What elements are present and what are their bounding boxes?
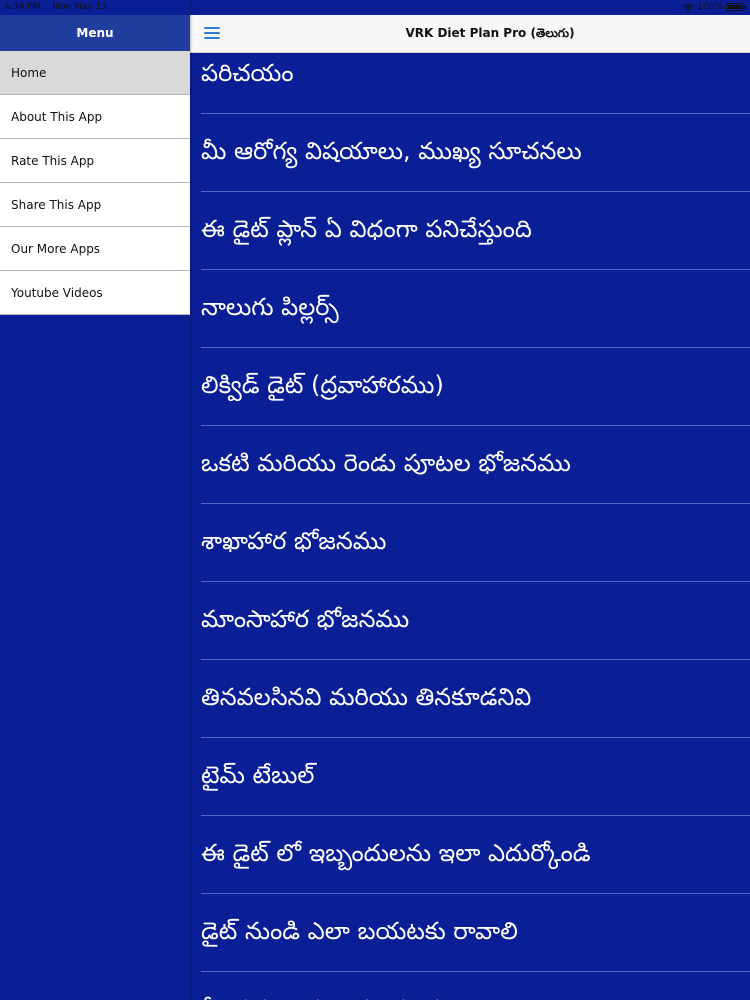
topic-row-3[interactable]: ఈ డైట్ ప్లాన్ ఏ విధంగా పనిచేస్తుంది — [201, 192, 750, 270]
topic-row-4[interactable]: నాలుగు పిల్లర్స్ — [201, 270, 750, 348]
wifi-icon — [682, 3, 694, 11]
battery-percent: 100% — [697, 2, 723, 12]
topic-row-5[interactable]: లిక్విడ్ డైట్ (ద్రవాహారము) — [201, 348, 750, 426]
status-right: 100% — [682, 2, 746, 12]
status-date: Mon May 13 — [52, 2, 107, 12]
topic-list: పరిచయం మీ ఆరోగ్య విషయాలు, ముఖ్య సూచనలు ఈ డ… — [190, 36, 750, 1000]
app-root: 4:34 PM Mon May 13 100% VRK Diet Plan Pr… — [0, 0, 750, 1000]
topic-row-7[interactable]: శాఖాహార భోజనము — [201, 504, 750, 582]
topic-row-13[interactable]: మీ ప్రశ్నలు మరియు సలహాలు — [201, 972, 750, 1000]
topic-row-11[interactable]: ఈ డైట్ లో ఇబ్బందులను ఇలా ఎదుర్కోండి — [201, 816, 750, 894]
main-content: VRK Diet Plan Pro (తెలుగు) పరిచయం మీ ఆరోగ… — [190, 0, 750, 1000]
sidebar-item-share-this-app[interactable]: Share This App — [0, 183, 190, 227]
status-time: 4:34 PM — [4, 2, 41, 12]
topic-row-8[interactable]: మాంసాహార భోజనము — [201, 582, 750, 660]
topic-row-9[interactable]: తినవలసినవి మరియు తినకూడనివి — [201, 660, 750, 738]
topic-row-12[interactable]: డైట్ నుండి ఎలా బయటకు రావాలి — [201, 894, 750, 972]
sidebar-menu: Home About This App Rate This App Share Thi… — [0, 51, 190, 315]
topic-row-1[interactable]: పరిచయం — [201, 36, 750, 114]
sidebar-item-about-this-app[interactable]: About This App — [0, 95, 190, 139]
status-left: 4:34 PM Mon May 13 — [4, 2, 107, 12]
battery-fill — [728, 5, 742, 9]
sidebar-item-youtube-videos[interactable]: Youtube Videos — [0, 271, 190, 315]
status-bar: 4:34 PM Mon May 13 100% — [0, 0, 750, 15]
sidebar-title: Menu — [0, 15, 190, 51]
sidebar-item-our-more-apps[interactable]: Our More Apps — [0, 227, 190, 271]
battery-icon — [726, 3, 746, 11]
sidebar: Menu Home About This App Rate This App Shar… — [0, 0, 190, 1000]
topic-row-6[interactable]: ఒకటి మరియు రెండు పూటల భోజనము — [201, 426, 750, 504]
sidebar-item-home[interactable]: Home — [0, 51, 190, 95]
topic-row-10[interactable]: టైమ్ టేబుల్ — [201, 738, 750, 816]
topic-row-2[interactable]: మీ ఆరోగ్య విషయాలు, ముఖ్య సూచనలు — [201, 114, 750, 192]
sidebar-item-rate-this-app[interactable]: Rate This App — [0, 139, 190, 183]
